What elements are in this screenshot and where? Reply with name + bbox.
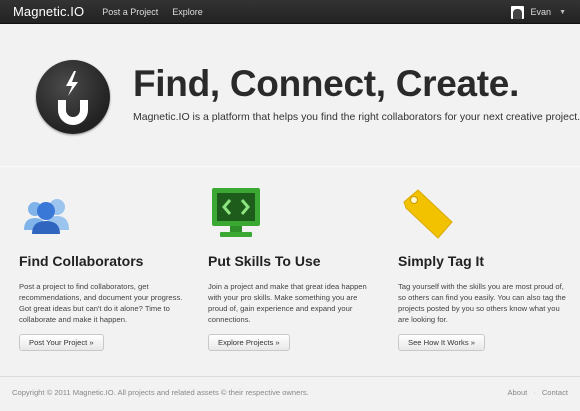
divider — [0, 166, 580, 167]
footer-link-contact[interactable]: Contact — [542, 388, 568, 397]
see-how-it-works-button[interactable]: See How It Works » — [398, 334, 485, 351]
feature-title: Put Skills To Use — [208, 253, 321, 269]
collaborators-icon — [19, 186, 75, 242]
brand-logo[interactable]: Magnetic.IO — [13, 4, 84, 19]
hero-subtitle: Magnetic.IO is a platform that helps you… — [133, 111, 580, 123]
avatar — [510, 5, 524, 19]
feature-title: Find Collaborators — [19, 253, 144, 269]
footer-links: About · Contact — [507, 388, 568, 397]
nav-post-project[interactable]: Post a Project — [102, 7, 158, 17]
footer: Copyright © 2011 Magnetic.IO. All projec… — [0, 376, 580, 411]
magnet-logo-icon — [36, 60, 110, 134]
explore-projects-button[interactable]: Explore Projects » — [208, 334, 290, 351]
tag-icon — [398, 186, 454, 242]
feature-title: Simply Tag It — [398, 253, 485, 269]
feature-put-skills: Put Skills To Use Join a project and mak… — [208, 186, 378, 351]
post-your-project-button[interactable]: Post Your Project » — [19, 334, 104, 351]
footer-link-about[interactable]: About — [507, 388, 527, 397]
top-navbar: Magnetic.IO Post a Project Explore Evan … — [0, 0, 580, 24]
feature-text: Post a project to find collaborators, ge… — [19, 282, 183, 324]
user-menu[interactable]: Evan ▼ — [510, 0, 566, 24]
feature-find-collaborators: Find Collaborators Post a project to fin… — [19, 186, 189, 351]
feature-text: Tag yourself with the skills you are mos… — [398, 282, 566, 324]
feature-tag-it: Simply Tag It Tag yourself with the skil… — [398, 186, 568, 351]
separator: · — [533, 388, 536, 397]
nav-explore[interactable]: Explore — [172, 7, 203, 17]
feature-text: Join a project and make that great idea … — [208, 282, 367, 324]
copyright-text: Copyright © 2011 Magnetic.IO. All projec… — [12, 388, 309, 397]
user-name: Evan — [530, 7, 552, 17]
hero-title: Find, Connect, Create. — [133, 63, 520, 104]
monitor-code-icon — [208, 186, 264, 242]
caret-down-icon: ▼ — [559, 8, 566, 16]
